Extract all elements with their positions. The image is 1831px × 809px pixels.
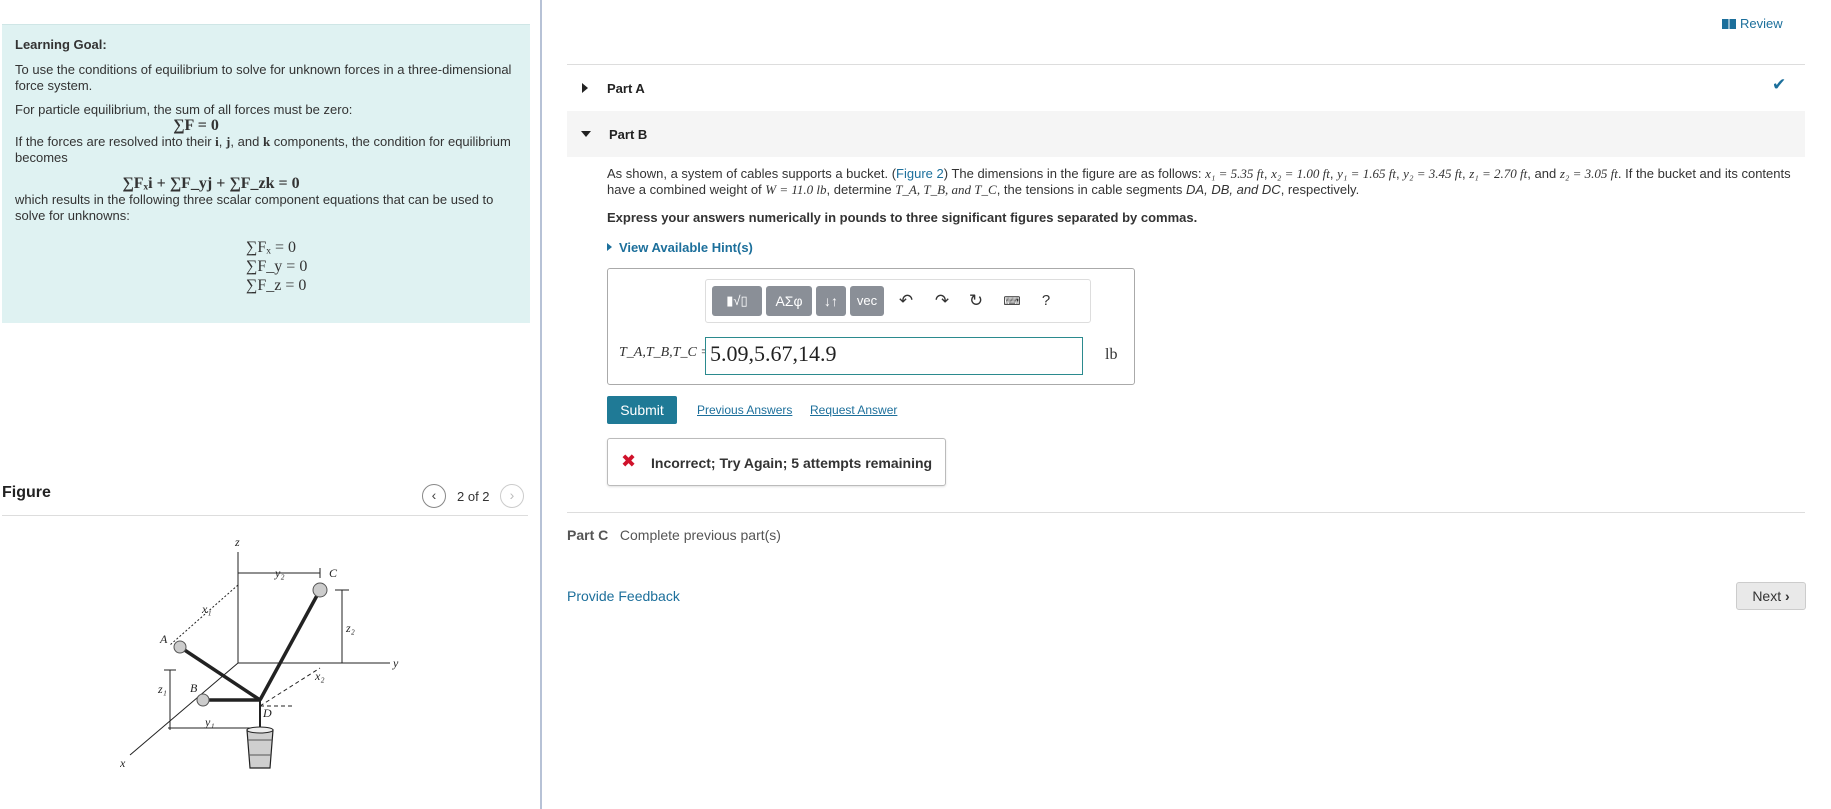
sum-fz-equation: ∑F_z = 0 — [246, 277, 307, 294]
cable-DC — [258, 589, 322, 701]
left-panel: Learning Goal: To use the conditions of … — [0, 0, 540, 809]
label-x2: x₂ — [314, 669, 325, 683]
unit-label: lb — [1105, 346, 1118, 363]
previous-answers-link[interactable]: Previous Answers — [697, 403, 792, 417]
arrows-button[interactable]: ↓↑ — [816, 286, 846, 316]
answer-input[interactable]: 5.09,5.67,14.9 — [705, 337, 1083, 375]
next-button[interactable]: Next › — [1736, 582, 1806, 610]
sum-fx-equation: ∑Fₓ = 0 — [246, 239, 296, 256]
anchor-C — [312, 582, 328, 598]
label-A: A — [159, 632, 168, 646]
chevron-right-icon: › — [509, 487, 515, 503]
x-axis — [129, 662, 239, 756]
scalar-intro: which results in the following three sca… — [15, 192, 494, 223]
help-button[interactable]: ? — [1032, 286, 1060, 316]
figure-title: Figure — [2, 484, 51, 501]
part-c-status: Complete previous part(s) — [619, 527, 781, 543]
answer-box: ▮√▯ ΑΣφ ↓↑ vec ↶ ↷ ↻ ⌨ ? T_A,T_B,T_C = 5… — [607, 268, 1135, 385]
instructions: Express your answers numerically in poun… — [607, 210, 1198, 225]
label-z2: z₂ — [345, 621, 355, 635]
part-b-title: Part B — [609, 127, 648, 142]
math-toolbar: ▮√▯ ΑΣφ ↓↑ vec ↶ ↷ ↻ ⌨ ? — [705, 279, 1091, 323]
part-a-row[interactable]: Part A ✔ — [567, 65, 1805, 111]
label-z: z — [234, 535, 240, 549]
divider-part-c — [567, 512, 1805, 513]
learning-goal-box: Learning Goal: To use the conditions of … — [2, 24, 530, 323]
scalar-equations: ∑Fₓ = 0 ∑F_y = 0 ∑F_z = 0 — [246, 238, 517, 295]
request-answer-link[interactable]: Request Answer — [810, 403, 897, 417]
feedback-text: Incorrect; Try Again; 5 attempts remaini… — [651, 455, 933, 471]
check-icon: ✔ — [1772, 75, 1787, 94]
vec-button[interactable]: vec — [850, 286, 884, 316]
anchor-B — [196, 693, 210, 707]
view-hints-link[interactable]: View Available Hint(s) — [607, 240, 753, 255]
part-c-row: Part C Complete previous part(s) — [567, 527, 781, 543]
part-b-row[interactable]: Part B — [567, 111, 1805, 157]
next-figure-button[interactable]: › — [500, 484, 524, 508]
sum-force-equation: ∑F = 0 — [173, 117, 219, 134]
learning-goal-title: Learning Goal: — [15, 37, 107, 52]
bucket-icon — [246, 726, 274, 769]
figure-pager-text: 2 of 2 — [457, 489, 490, 504]
sum-fy-equation: ∑F_y = 0 — [246, 258, 308, 275]
label-y2: y₂ — [274, 566, 285, 580]
caret-right-icon — [582, 83, 588, 93]
close-x-icon: ✖ — [621, 451, 637, 471]
chevron-right-icon: › — [1785, 588, 1790, 604]
prev-figure-button[interactable]: ‹ — [422, 484, 446, 508]
caret-right-icon — [607, 243, 612, 251]
redo-icon[interactable]: ↷ — [928, 286, 956, 316]
keyboard-icon[interactable]: ⌨ — [998, 286, 1026, 316]
learning-goal-text: To use the conditions of equilibrium to … — [15, 62, 512, 93]
figure-header: Figure ‹ 2 of 2 › — [2, 480, 528, 516]
label-B: B — [190, 681, 198, 695]
vector-equation: ∑Fₓi + ∑F_yj + ∑F_zk = 0 — [122, 175, 300, 192]
figure-2-link[interactable]: Figure 2 — [896, 166, 944, 181]
part-c-title: Part C — [567, 527, 609, 543]
equilibrium-intro: For particle equilibrium, the sum of all… — [15, 102, 353, 117]
cable-bucket-figure: z y x y₂ C x₁ z₂ A B z₁ x₂ D y₁ — [120, 535, 399, 770]
label-C: C — [329, 566, 338, 580]
feedback-box: ✖ Incorrect; Try Again; 5 attempts remai… — [607, 438, 946, 486]
provide-feedback-link[interactable]: Provide Feedback — [567, 588, 680, 604]
undo-icon[interactable]: ↶ — [892, 286, 920, 316]
chevron-left-icon: ‹ — [431, 487, 437, 503]
label-x: x — [120, 756, 126, 770]
label-y1: y₁ — [204, 715, 215, 729]
panel-divider — [540, 0, 542, 809]
caret-down-icon — [581, 131, 591, 137]
book-icon — [1722, 19, 1736, 29]
label-y: y — [392, 656, 399, 670]
components-text: If the forces are resolved into their i,… — [15, 134, 511, 165]
label-z1: z₁ — [157, 682, 167, 696]
part-a-title: Part A — [607, 81, 645, 96]
label-x1: x₁ — [201, 602, 212, 616]
review-link[interactable]: Review — [1722, 16, 1783, 31]
templates-button[interactable]: ▮√▯ — [712, 286, 762, 316]
reset-icon[interactable]: ↻ — [962, 286, 990, 316]
answer-label: T_A,T_B,T_C = — [619, 345, 710, 360]
label-D: D — [262, 706, 272, 720]
problem-statement: As shown, a system of cables supports a … — [607, 166, 1791, 197]
anchor-A — [173, 640, 187, 654]
submit-button[interactable]: Submit — [607, 396, 677, 424]
greek-button[interactable]: ΑΣφ — [766, 286, 812, 316]
